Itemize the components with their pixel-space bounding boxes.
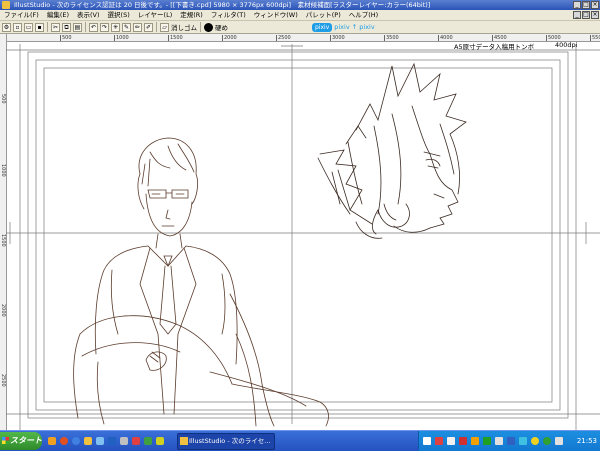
menu-palette[interactable]: パレット(P) (302, 10, 345, 20)
taskbar-item-label: IllustStudio - 次のライセ... (189, 437, 271, 445)
toolbar-divider (85, 22, 86, 32)
toolbar-divider (200, 22, 201, 32)
tray-icon[interactable] (531, 437, 539, 445)
menu-select[interactable]: 選択(S) (104, 10, 134, 20)
tray-icon[interactable] (495, 437, 503, 445)
browser-icon[interactable] (72, 437, 80, 445)
toolbar: ⚙ ▫ ▭ ▪ ✂ ⧉ ▤ ↶ ↷ ✳ ✎ ✏ ✐ ▱ 消しゴム 硬め pixi… (0, 21, 600, 34)
taskbar: スタート IllustStudio - 次のライセ... 21:53 (0, 430, 600, 451)
redo-icon[interactable]: ↷ (100, 22, 109, 32)
sketch-canvas[interactable] (0, 34, 600, 430)
template-label: A5原寸データ入稿用トンボ (454, 43, 535, 51)
quicklaunch-icon[interactable] (120, 437, 128, 445)
eraser-icon[interactable]: ▱ (160, 22, 169, 32)
language-icon[interactable] (423, 437, 431, 445)
maximize-button[interactable]: □ (582, 1, 590, 9)
brush-label[interactable]: 硬め (215, 22, 228, 32)
system-tray: 21:53 (418, 431, 600, 451)
quicklaunch-icon[interactable] (156, 437, 164, 445)
gear-icon[interactable]: ⚙ (2, 22, 11, 32)
title-bar: IllustStudio - 次のライセンス認証は 20 日後です。- [[下書… (0, 0, 600, 10)
menu-filter[interactable]: フィルタ(T) (207, 10, 250, 20)
start-button[interactable]: スタート (0, 432, 42, 450)
menu-edit[interactable]: 編集(E) (43, 10, 73, 20)
save-icon[interactable]: ▪ (35, 22, 44, 32)
profile-head-sketch (317, 62, 467, 239)
volume-icon[interactable] (555, 437, 563, 445)
tray-icon[interactable] (471, 437, 479, 445)
menu-view[interactable]: 表示(V) (73, 10, 104, 20)
quicklaunch-icon[interactable] (144, 437, 152, 445)
doc-close-button[interactable]: × (591, 11, 599, 19)
close-button[interactable]: × (591, 1, 599, 9)
resolution-label: 400dpi (555, 41, 578, 49)
seated-character-sketch (73, 137, 329, 427)
illuststudio-app-icon (2, 1, 10, 9)
minimize-button[interactable]: _ (573, 1, 581, 9)
outer-bleed-frame (27, 51, 569, 419)
transform-icon[interactable]: ✳ (111, 22, 120, 32)
menu-bar: ファイル(F) 編集(E) 表示(V) 選択(S) レイヤー(L) 定規(R) … (0, 10, 600, 21)
menu-help[interactable]: ヘルプ(H) (345, 10, 382, 20)
doc-minimize-button[interactable]: _ (573, 11, 581, 19)
paste-icon[interactable]: ▤ (73, 22, 82, 32)
tray-icon[interactable] (435, 437, 443, 445)
open-folder-icon[interactable]: ▭ (24, 22, 33, 32)
tray-icon[interactable] (507, 437, 515, 445)
brush-size-icon[interactable] (204, 22, 213, 32)
clock: 21:53 (576, 437, 597, 445)
quicklaunch-icon[interactable] (96, 437, 104, 445)
tray-icon[interactable] (483, 437, 491, 445)
menu-file[interactable]: ファイル(F) (0, 10, 43, 20)
tray-icon[interactable] (543, 437, 551, 445)
brush-tool-icon[interactable]: ✐ (144, 22, 153, 32)
illuststudio-task-icon (180, 437, 188, 445)
new-file-icon[interactable]: ▫ (13, 22, 22, 32)
pixiv-button[interactable]: pixiv (312, 22, 333, 32)
taskbar-item-illuststudio[interactable]: IllustStudio - 次のライセ... (177, 433, 275, 450)
windows-logo-icon (2, 437, 9, 444)
quicklaunch-icon[interactable] (132, 437, 140, 445)
undo-icon[interactable]: ↶ (89, 22, 98, 32)
pixiv-link[interactable]: pixiv ↑ pixiv (334, 23, 374, 31)
menu-window[interactable]: ウィンドウ(W) (250, 10, 302, 20)
network-icon[interactable] (519, 437, 527, 445)
pencil-tool-icon[interactable]: ✏ (133, 22, 142, 32)
canvas-area[interactable]: 500 1000 1500 2000 2500 3000 3500 4000 4… (0, 34, 600, 430)
start-label: スタート (10, 436, 42, 445)
safe-area-frame (43, 67, 553, 403)
doc-restore-button[interactable]: □ (582, 11, 590, 19)
folder-icon[interactable] (84, 437, 92, 445)
toolbar-divider (156, 22, 157, 32)
copy-icon[interactable]: ⧉ (62, 22, 71, 32)
crop-guides (6, 44, 600, 430)
ie-icon[interactable] (108, 437, 116, 445)
quicklaunch-icon[interactable] (48, 437, 56, 445)
menu-layer[interactable]: レイヤー(L) (134, 10, 177, 20)
tray-icon[interactable] (459, 437, 467, 445)
cut-icon[interactable]: ✂ (51, 22, 60, 32)
tray-icon[interactable] (447, 437, 455, 445)
toolbar-divider (47, 22, 48, 32)
eraser-label[interactable]: 消しゴム (171, 22, 197, 32)
trim-frame (35, 59, 561, 411)
firefox-icon[interactable] (60, 437, 68, 445)
window-title: IllustStudio - 次のライセンス認証は 20 日後です。- [[下書… (14, 1, 431, 9)
menu-ruler[interactable]: 定規(R) (176, 10, 207, 20)
pen-tool-icon[interactable]: ✎ (122, 22, 131, 32)
